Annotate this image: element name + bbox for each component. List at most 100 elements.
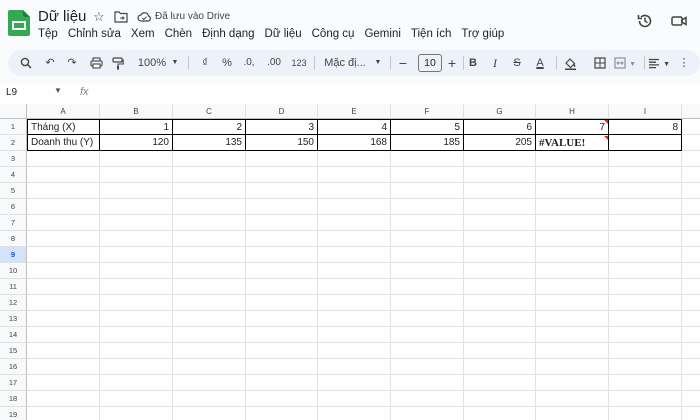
- column-header[interactable]: E: [318, 104, 391, 119]
- grid-cell[interactable]: [27, 263, 100, 279]
- increase-font-size-icon[interactable]: +: [445, 50, 459, 76]
- font-size-input[interactable]: 10: [418, 54, 442, 72]
- grid-cell[interactable]: [27, 375, 100, 391]
- grid-cell[interactable]: [682, 231, 700, 247]
- zoom-select[interactable]: 100%: [136, 50, 168, 76]
- menu-insert[interactable]: Chèn: [165, 28, 193, 40]
- grid-cell[interactable]: [318, 375, 391, 391]
- grid-cell[interactable]: [100, 311, 173, 327]
- grid-cell[interactable]: [391, 199, 464, 215]
- grid-cell[interactable]: [464, 279, 536, 295]
- grid-cell[interactable]: [246, 311, 318, 327]
- grid-cell[interactable]: [464, 327, 536, 343]
- grid-cell[interactable]: [682, 407, 700, 420]
- grid-cell[interactable]: [536, 327, 609, 343]
- grid-cell[interactable]: [536, 295, 609, 311]
- row-header[interactable]: 6: [0, 199, 27, 215]
- grid-cell[interactable]: [100, 183, 173, 199]
- grid-cell[interactable]: [100, 391, 173, 407]
- grid-cell[interactable]: [464, 391, 536, 407]
- grid-cell[interactable]: [609, 279, 682, 295]
- grid-cell[interactable]: [173, 231, 246, 247]
- grid-cell[interactable]: [464, 359, 536, 375]
- grid-cell[interactable]: [246, 183, 318, 199]
- borders-icon[interactable]: [592, 50, 608, 76]
- row-header[interactable]: 7: [0, 215, 27, 231]
- grid-cell[interactable]: [609, 343, 682, 359]
- grid-cell[interactable]: [609, 375, 682, 391]
- grid-cell[interactable]: [609, 135, 682, 151]
- row-header[interactable]: 5: [0, 183, 27, 199]
- grid-cell[interactable]: [391, 311, 464, 327]
- row-header[interactable]: 12: [0, 295, 27, 311]
- grid-cell[interactable]: 3: [246, 119, 318, 135]
- row-header[interactable]: 11: [0, 279, 27, 295]
- grid-cell[interactable]: [391, 215, 464, 231]
- grid-cell[interactable]: [173, 295, 246, 311]
- grid-cell[interactable]: 168: [318, 135, 391, 151]
- grid-cell[interactable]: [464, 151, 536, 167]
- grid-cell[interactable]: [609, 311, 682, 327]
- grid-cell[interactable]: [246, 167, 318, 183]
- grid-cell[interactable]: [318, 311, 391, 327]
- grid-cell[interactable]: [536, 167, 609, 183]
- grid-cell[interactable]: [536, 375, 609, 391]
- grid-cell[interactable]: [100, 327, 173, 343]
- grid-cell[interactable]: [173, 263, 246, 279]
- grid-cell[interactable]: [536, 279, 609, 295]
- italic-button[interactable]: I: [488, 50, 502, 76]
- grid-cell[interactable]: [464, 375, 536, 391]
- grid-cell[interactable]: [391, 407, 464, 420]
- grid-cell[interactable]: [27, 279, 100, 295]
- grid-cell[interactable]: [391, 327, 464, 343]
- row-header[interactable]: 14: [0, 327, 27, 343]
- grid-cell[interactable]: [682, 183, 700, 199]
- grid-cell[interactable]: [391, 279, 464, 295]
- grid-cell[interactable]: [27, 407, 100, 420]
- grid-cell[interactable]: [246, 151, 318, 167]
- grid-cell[interactable]: [536, 311, 609, 327]
- grid-cell[interactable]: [173, 407, 246, 420]
- grid-cell[interactable]: [609, 295, 682, 311]
- grid-cell[interactable]: [27, 327, 100, 343]
- grid-cell[interactable]: [391, 151, 464, 167]
- grid-cell[interactable]: Tháng (X): [27, 119, 100, 135]
- spreadsheet-grid[interactable]: A B C D E F G H I 1 Tháng (X) 1 2 3 4 5 6 7 8 2 Doanh thu (Y…: [0, 104, 700, 420]
- row-header[interactable]: 13: [0, 311, 27, 327]
- grid-cell[interactable]: [464, 295, 536, 311]
- grid-cell[interactable]: [609, 167, 682, 183]
- grid-cell[interactable]: [173, 327, 246, 343]
- select-all-corner[interactable]: [0, 104, 27, 119]
- row-header[interactable]: 10: [0, 263, 27, 279]
- grid-cell[interactable]: [246, 263, 318, 279]
- grid-cell[interactable]: [318, 215, 391, 231]
- move-to-folder-icon[interactable]: [114, 11, 128, 23]
- grid-cell[interactable]: [100, 343, 173, 359]
- grid-cell[interactable]: [682, 279, 700, 295]
- grid-cell[interactable]: [391, 231, 464, 247]
- error-indicator-icon[interactable]: [604, 120, 608, 124]
- grid-cell[interactable]: 7: [536, 119, 609, 135]
- grid-cell[interactable]: 205: [464, 135, 536, 151]
- search-menus-icon[interactable]: [18, 50, 34, 76]
- currency-format-button[interactable]: ₫: [198, 50, 212, 76]
- menu-data[interactable]: Dữ liệu: [265, 28, 302, 40]
- grid-cell[interactable]: 8: [609, 119, 682, 135]
- grid-cell[interactable]: [464, 263, 536, 279]
- grid-cell[interactable]: [682, 215, 700, 231]
- grid-cell[interactable]: [682, 119, 700, 135]
- column-header[interactable]: A: [27, 104, 100, 119]
- column-header[interactable]: F: [391, 104, 464, 119]
- grid-cell[interactable]: [27, 231, 100, 247]
- row-header[interactable]: 17: [0, 375, 27, 391]
- grid-cell[interactable]: [100, 215, 173, 231]
- font-family-select[interactable]: Mặc đị...: [320, 50, 370, 76]
- grid-cell[interactable]: [464, 247, 536, 263]
- grid-cell[interactable]: [536, 151, 609, 167]
- grid-cell[interactable]: [318, 343, 391, 359]
- menu-view[interactable]: Xem: [131, 28, 155, 40]
- grid-cell[interactable]: 150: [246, 135, 318, 151]
- menu-file[interactable]: Tệp: [38, 28, 58, 40]
- cloud-saved-icon[interactable]: [137, 11, 152, 22]
- row-header[interactable]: 9: [0, 247, 27, 263]
